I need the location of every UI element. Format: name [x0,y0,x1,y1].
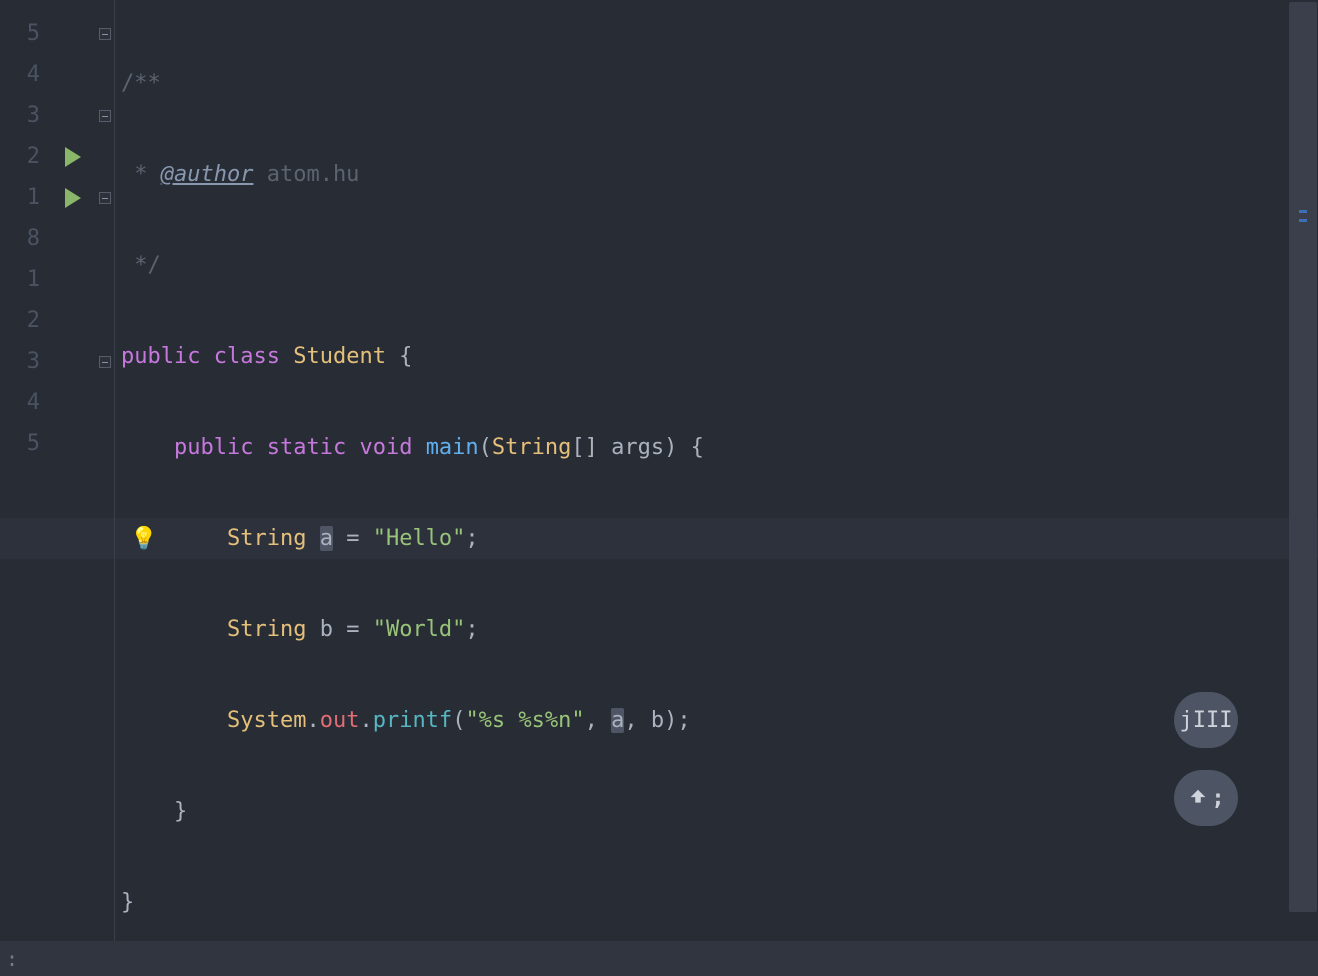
code-line[interactable]: } [115,791,1318,832]
brackets: [] [571,435,611,460]
line-number: 3 [0,95,50,136]
line-number: 1 [0,177,50,218]
indent [121,617,227,642]
scrollbar-marker [1299,219,1307,222]
indent [121,435,174,460]
type: String [227,526,306,551]
code-line[interactable]: /** [115,63,1318,104]
type: String [227,617,306,642]
comment-text: /** [121,71,161,96]
keyword: class [214,344,280,369]
field: out [320,708,360,733]
javadoc-tag: @author [161,162,254,187]
semicolon: ; [677,708,690,733]
code-line-current[interactable]: 💡 String a = "Hello"; [115,518,1318,559]
floating-action-group: jIII ; [1174,692,1238,826]
string-literal: "%s %s%n" [465,708,584,733]
run-class-icon[interactable] [65,147,81,167]
fold-toggle-icon[interactable] [99,28,111,40]
code-line[interactable]: String b = "World"; [115,609,1318,650]
x-editor-action-button[interactable]: jIII [1174,692,1238,748]
comment-text: * [121,162,161,187]
line-number-gutter: 5 4 3 2 1 8 1 2 3 4 5 [0,0,50,941]
run-main-icon[interactable] [65,188,81,208]
code-line[interactable]: * @author atom.hu [115,154,1318,195]
status-text: : [6,947,18,971]
code-line[interactable]: public class Student { [115,336,1318,377]
fold-toggle-icon[interactable] [99,110,111,122]
scrollbar-thumb[interactable] [1289,2,1317,912]
variable: b [651,708,664,733]
dot: . [306,708,319,733]
operator: = [333,526,373,551]
fab-label: jIII [1180,708,1233,733]
line-number: 4 [0,54,50,95]
string-literal: "Hello" [373,526,466,551]
line-number: 4 [0,382,50,423]
line-number: 2 [0,136,50,177]
paren: ) [664,435,677,460]
param: args [611,435,664,460]
comment-text: */ [121,253,161,278]
status-bar: : [0,941,1318,976]
class-name: Student [293,344,386,369]
line-number: 5 [0,423,50,464]
paren: ( [479,435,492,460]
code-line[interactable]: */ [115,245,1318,286]
code-area[interactable]: 5 4 3 2 1 8 1 2 3 4 5 [0,0,1318,941]
dot: . [359,708,372,733]
paren: ( [452,708,465,733]
code-editor: 5 4 3 2 1 8 1 2 3 4 5 [0,0,1318,976]
keyword: public [121,344,200,369]
code-content[interactable]: /** * @author atom.hu */ public class St… [115,0,1318,941]
line-number: 1 [0,259,50,300]
fab-suffix: ; [1211,786,1224,811]
indent [121,708,227,733]
method-name: main [426,435,479,460]
vertical-scrollbar[interactable] [1288,0,1318,941]
brace: } [174,799,187,824]
class-ref: System [227,708,306,733]
semicolon: ; [465,526,478,551]
shift-up-icon [1187,787,1209,809]
paren: ) [664,708,677,733]
keyword: void [359,435,412,460]
code-line[interactable]: public static void main(String[] args) { [115,427,1318,468]
operator: = [333,617,373,642]
type: String [492,435,571,460]
fold-gutter [95,0,115,941]
comma: , [585,708,612,733]
run-gutter [50,0,95,941]
line-number: 5 [0,13,50,54]
indent [121,799,174,824]
code-line[interactable]: } [115,882,1318,923]
variable: b [320,617,333,642]
semicolon: ; [465,617,478,642]
intention-bulb-icon[interactable]: 💡 [130,518,157,559]
variable-highlighted: a [320,526,333,551]
line-number: 2 [0,300,50,341]
keyword: static [267,435,346,460]
comma: , [624,708,651,733]
fold-toggle-icon[interactable] [99,192,111,204]
brace: { [677,435,704,460]
line-number: 3 [0,341,50,382]
code-line[interactable]: System.out.printf("%s %s%n", a, b); [115,700,1318,741]
complete-statement-button[interactable]: ; [1174,770,1238,826]
fold-toggle-icon[interactable] [99,356,111,368]
brace: { [386,344,413,369]
javadoc-value: atom.hu [253,162,359,187]
line-number: 8 [0,218,50,259]
string-literal: "World" [373,617,466,642]
brace: } [121,890,134,915]
keyword: public [174,435,253,460]
method-call: printf [373,708,452,733]
variable-highlighted: a [611,708,624,733]
scrollbar-marker [1299,210,1307,213]
